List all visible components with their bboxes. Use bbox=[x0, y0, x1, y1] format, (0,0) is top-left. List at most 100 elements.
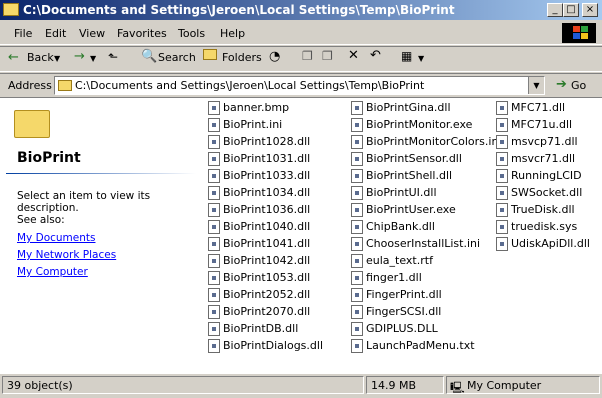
file-icon bbox=[351, 254, 363, 268]
file-name: BioPrint1028.dll bbox=[223, 135, 311, 148]
file-list: banner.bmp BioPrint.ini BioPrint1028.dll Bi… bbox=[205, 98, 602, 374]
divider bbox=[6, 173, 196, 174]
file-icon bbox=[208, 322, 220, 336]
link-my-documents[interactable]: My Documents bbox=[17, 232, 95, 244]
close-button[interactable]: × bbox=[582, 3, 598, 17]
search-icon: 🔍 bbox=[141, 49, 158, 64]
file-icon bbox=[496, 101, 508, 115]
folder-title: BioPrint bbox=[17, 150, 81, 166]
menu-view[interactable]: View bbox=[79, 27, 105, 40]
file-name: truedisk.sys bbox=[511, 220, 578, 233]
file-name: BioPrint1034.dll bbox=[223, 186, 311, 199]
status-bar: 39 object(s) 14.9 MB 🖳 My Computer bbox=[0, 375, 602, 397]
copy-to-icon[interactable]: ❐ bbox=[322, 49, 333, 63]
views-dropdown-icon[interactable]: ▼ bbox=[418, 54, 424, 63]
file-icon bbox=[351, 152, 363, 166]
windows-logo-icon bbox=[562, 23, 596, 43]
file-name: BioPrint1033.dll bbox=[223, 169, 311, 182]
address-input[interactable]: C:\Documents and Settings\Jeroen\Local S… bbox=[54, 76, 545, 95]
file-icon bbox=[208, 169, 220, 183]
forward-button[interactable]: → bbox=[74, 49, 85, 64]
file-icon bbox=[496, 186, 508, 200]
maximize-button[interactable]: □ bbox=[563, 3, 579, 17]
file-name: BioPrintSensor.dll bbox=[366, 152, 462, 165]
address-label: Address bbox=[8, 79, 52, 92]
up-folder-button[interactable]: ⬑ bbox=[108, 50, 118, 64]
menu-bar: File Edit View Favorites Tools Help bbox=[0, 22, 602, 45]
folder-icon bbox=[14, 110, 50, 138]
file-name: BioPrintMonitor.exe bbox=[366, 118, 473, 131]
delete-icon[interactable]: ✕ bbox=[348, 48, 359, 63]
views-icon[interactable]: ▦ bbox=[401, 49, 412, 63]
file-icon bbox=[208, 118, 220, 132]
file-icon bbox=[351, 322, 363, 336]
back-button[interactable]: Back bbox=[27, 51, 54, 64]
file-name: FingerPrint.dll bbox=[366, 288, 442, 301]
file-icon bbox=[351, 271, 363, 285]
back-dropdown-icon[interactable]: ▼ bbox=[54, 54, 60, 63]
file-icon bbox=[351, 169, 363, 183]
description-text: Select an item to view its description. bbox=[17, 190, 151, 214]
file-name: BioPrintGina.dll bbox=[366, 101, 451, 114]
file-icon bbox=[496, 152, 508, 166]
file-name: MFC71u.dll bbox=[511, 118, 573, 131]
move-to-icon[interactable]: ❐ bbox=[302, 49, 313, 63]
address-value: C:\Documents and Settings\Jeroen\Local S… bbox=[75, 79, 425, 92]
content-area: BioPrint Select an item to view its desc… bbox=[0, 97, 602, 374]
file-icon bbox=[351, 186, 363, 200]
file-icon bbox=[208, 271, 220, 285]
title-bar[interactable]: C:\Documents and Settings\Jeroen\Local S… bbox=[0, 0, 602, 20]
menu-file[interactable]: File bbox=[14, 27, 32, 40]
folders-icon bbox=[203, 49, 217, 63]
file-icon bbox=[351, 339, 363, 353]
address-dropdown-button[interactable]: ▼ bbox=[528, 77, 544, 94]
file-icon bbox=[208, 101, 220, 115]
file-icon bbox=[351, 118, 363, 132]
menu-edit[interactable]: Edit bbox=[45, 27, 66, 40]
go-arrow-icon: ➔ bbox=[556, 77, 567, 92]
file-icon bbox=[208, 237, 220, 251]
file-name: ChipBank.dll bbox=[366, 220, 435, 233]
menu-tools[interactable]: Tools bbox=[178, 27, 205, 40]
file-icon bbox=[351, 135, 363, 149]
menu-favorites[interactable]: Favorites bbox=[117, 27, 167, 40]
file-name: TrueDisk.dll bbox=[511, 203, 575, 216]
file-name: RunningLCID bbox=[511, 169, 582, 182]
file-name: BioPrint.ini bbox=[223, 118, 283, 131]
file-icon bbox=[351, 237, 363, 251]
file-name: SWSocket.dll bbox=[511, 186, 583, 199]
file-name: BioPrint2052.dll bbox=[223, 288, 311, 301]
forward-dropdown-icon[interactable]: ▼ bbox=[90, 54, 96, 63]
undo-icon[interactable]: ↶ bbox=[370, 48, 381, 63]
file-name: msvcp71.dll bbox=[511, 135, 578, 148]
file-name: BioPrintDB.dll bbox=[223, 322, 299, 335]
file-name: msvcr71.dll bbox=[511, 152, 576, 165]
file-icon bbox=[208, 288, 220, 302]
file-icon bbox=[208, 220, 220, 234]
file-name: eula_text.rtf bbox=[366, 254, 433, 267]
link-my-computer[interactable]: My Computer bbox=[17, 266, 88, 278]
status-size: 14.9 MB bbox=[366, 376, 444, 394]
address-bar: Address C:\Documents and Settings\Jeroen… bbox=[0, 73, 602, 97]
file-name: MFC71.dll bbox=[511, 101, 566, 114]
back-arrow-icon: ← bbox=[8, 50, 19, 65]
file-icon bbox=[351, 288, 363, 302]
status-objects: 39 object(s) bbox=[2, 376, 364, 394]
file-name: finger1.dll bbox=[366, 271, 422, 284]
file-icon bbox=[208, 135, 220, 149]
file-name: BioPrint1036.dll bbox=[223, 203, 311, 216]
menu-help[interactable]: Help bbox=[220, 27, 245, 40]
file-name: BioPrintMonitorColors.ini bbox=[366, 135, 502, 148]
file-name: BioPrintUI.dll bbox=[366, 186, 437, 199]
computer-icon: 🖳 bbox=[450, 381, 465, 394]
file-icon bbox=[351, 101, 363, 115]
file-name: BioPrint1041.dll bbox=[223, 237, 311, 250]
folders-button[interactable]: Folders bbox=[222, 51, 262, 64]
history-icon[interactable]: ◔ bbox=[269, 49, 280, 64]
file-icon bbox=[208, 254, 220, 268]
minimize-button[interactable]: _ bbox=[547, 3, 563, 17]
search-button[interactable]: Search bbox=[158, 51, 196, 64]
link-my-network-places[interactable]: My Network Places bbox=[17, 249, 116, 261]
file-icon bbox=[496, 203, 508, 217]
go-button[interactable]: Go bbox=[571, 79, 586, 92]
